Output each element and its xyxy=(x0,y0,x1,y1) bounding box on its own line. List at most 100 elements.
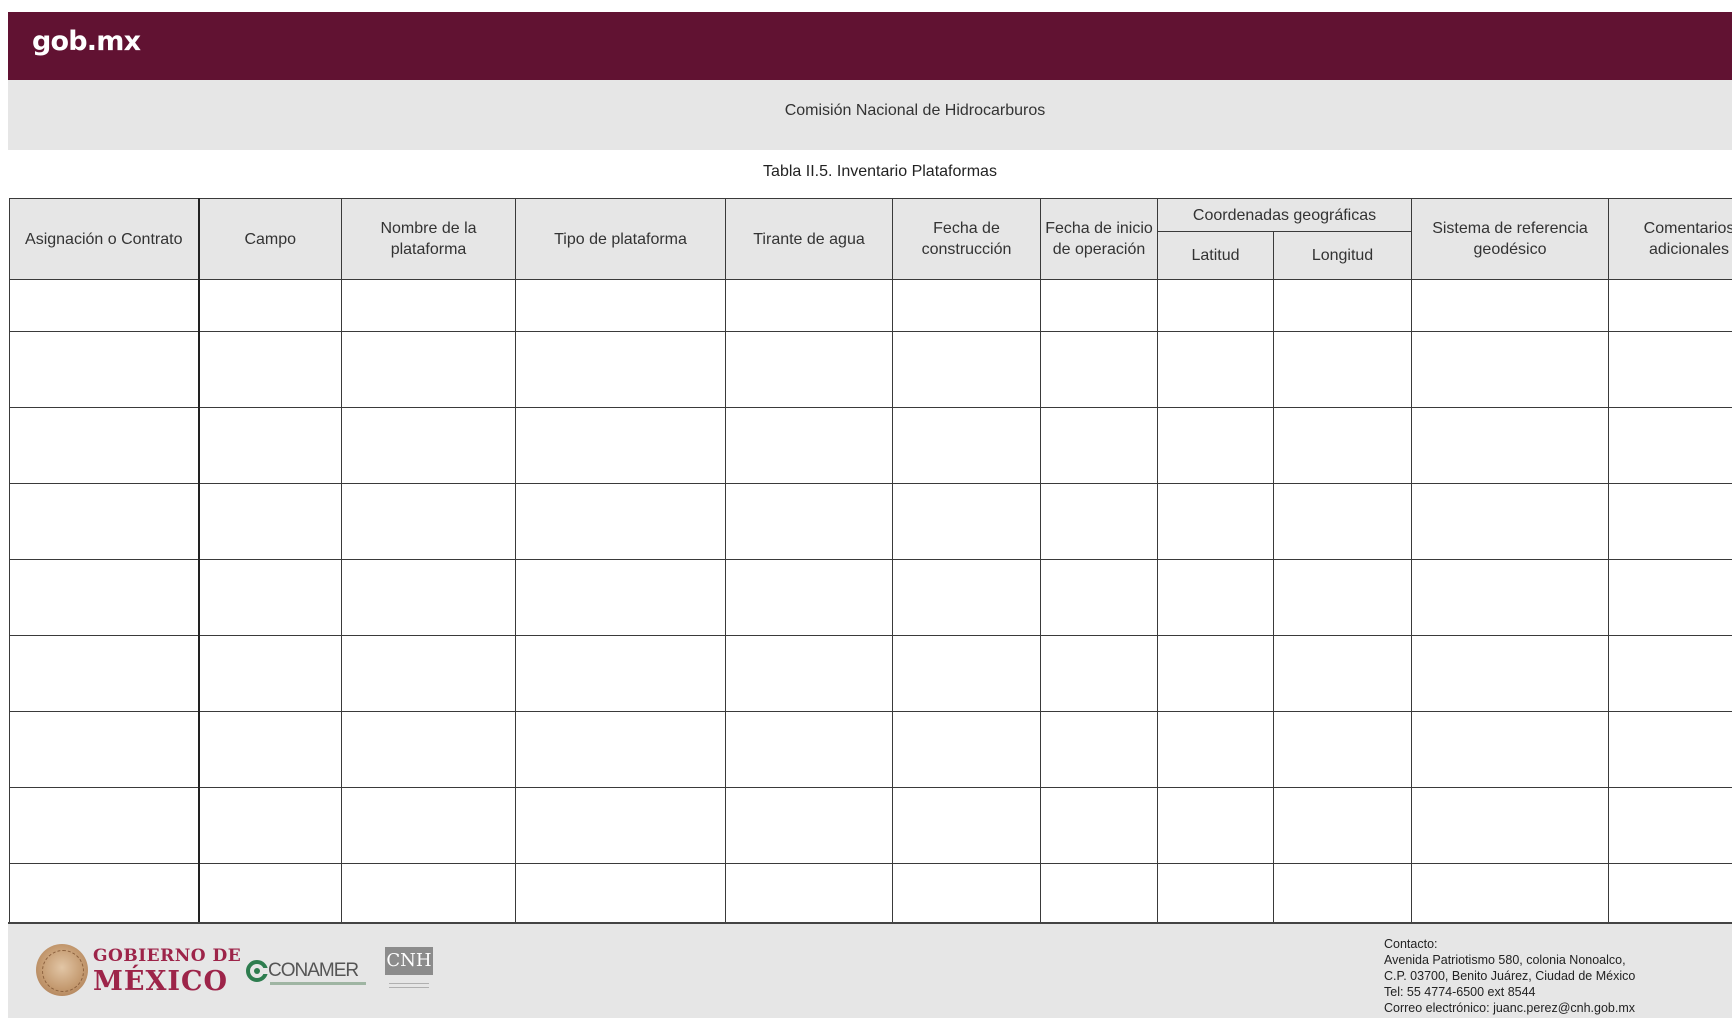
table-cell[interactable] xyxy=(1041,484,1158,560)
table-cell[interactable] xyxy=(1609,864,1732,923)
table-cell[interactable] xyxy=(342,560,516,636)
table-cell[interactable] xyxy=(342,788,516,864)
table-cell[interactable] xyxy=(1274,788,1412,864)
table-cell[interactable] xyxy=(10,280,199,332)
table-cell[interactable] xyxy=(199,788,342,864)
table-cell[interactable] xyxy=(1158,864,1274,923)
table-cell[interactable] xyxy=(199,484,342,560)
table-cell[interactable] xyxy=(1609,484,1732,560)
table-cell[interactable] xyxy=(1158,280,1274,332)
table-cell[interactable] xyxy=(726,712,893,788)
table-cell[interactable] xyxy=(1609,280,1732,332)
table-cell[interactable] xyxy=(342,280,516,332)
table-cell[interactable] xyxy=(10,788,199,864)
table-cell[interactable] xyxy=(1041,280,1158,332)
table-cell[interactable] xyxy=(1041,864,1158,923)
table-cell[interactable] xyxy=(516,280,726,332)
table-cell[interactable] xyxy=(1609,788,1732,864)
table-cell[interactable] xyxy=(342,484,516,560)
table-cell[interactable] xyxy=(10,332,199,408)
table-cell[interactable] xyxy=(199,560,342,636)
table-cell[interactable] xyxy=(199,864,342,923)
table-cell[interactable] xyxy=(1158,712,1274,788)
table-cell[interactable] xyxy=(1158,636,1274,712)
table-cell[interactable] xyxy=(1274,332,1412,408)
table-cell[interactable] xyxy=(1041,332,1158,408)
table-cell[interactable] xyxy=(893,484,1041,560)
table-cell[interactable] xyxy=(726,560,893,636)
table-cell[interactable] xyxy=(199,408,342,484)
table-cell[interactable] xyxy=(1274,636,1412,712)
table-cell[interactable] xyxy=(1412,280,1609,332)
table-cell[interactable] xyxy=(342,408,516,484)
table-cell[interactable] xyxy=(342,332,516,408)
table-cell[interactable] xyxy=(1609,712,1732,788)
table-cell[interactable] xyxy=(10,636,199,712)
table-cell[interactable] xyxy=(516,788,726,864)
table-cell[interactable] xyxy=(893,408,1041,484)
table-cell[interactable] xyxy=(1609,332,1732,408)
table-cell[interactable] xyxy=(199,712,342,788)
table-cell[interactable] xyxy=(10,484,199,560)
table-cell[interactable] xyxy=(1274,484,1412,560)
table-cell[interactable] xyxy=(1041,560,1158,636)
table-cell[interactable] xyxy=(516,408,726,484)
table-cell[interactable] xyxy=(516,484,726,560)
table-cell[interactable] xyxy=(726,280,893,332)
table-cell[interactable] xyxy=(726,484,893,560)
table-cell[interactable] xyxy=(516,332,726,408)
table-cell[interactable] xyxy=(1609,636,1732,712)
table-cell[interactable] xyxy=(726,636,893,712)
contact-email[interactable]: Correo electrónico: juanc.perez@cnh.gob.… xyxy=(1384,1000,1635,1016)
table-cell[interactable] xyxy=(1274,712,1412,788)
table-cell[interactable] xyxy=(1412,712,1609,788)
table-cell[interactable] xyxy=(1412,408,1609,484)
table-cell[interactable] xyxy=(1158,560,1274,636)
table-cell[interactable] xyxy=(1609,560,1732,636)
table-cell[interactable] xyxy=(726,864,893,923)
table-cell[interactable] xyxy=(1609,408,1732,484)
table-cell[interactable] xyxy=(1041,788,1158,864)
table-cell[interactable] xyxy=(726,332,893,408)
table-cell[interactable] xyxy=(10,864,199,923)
table-cell[interactable] xyxy=(516,712,726,788)
table-cell[interactable] xyxy=(1158,484,1274,560)
table-cell[interactable] xyxy=(10,408,199,484)
table-cell[interactable] xyxy=(342,864,516,923)
gobmx-logo[interactable]: gob.mx xyxy=(32,26,140,57)
table-cell[interactable] xyxy=(1041,636,1158,712)
table-cell[interactable] xyxy=(516,560,726,636)
table-cell[interactable] xyxy=(893,332,1041,408)
table-cell[interactable] xyxy=(893,560,1041,636)
table-cell[interactable] xyxy=(1274,560,1412,636)
table-cell[interactable] xyxy=(893,788,1041,864)
table-cell[interactable] xyxy=(1158,788,1274,864)
table-cell[interactable] xyxy=(893,280,1041,332)
table-cell[interactable] xyxy=(1412,864,1609,923)
table-cell[interactable] xyxy=(726,788,893,864)
table-cell[interactable] xyxy=(1274,280,1412,332)
table-cell[interactable] xyxy=(1274,408,1412,484)
table-cell[interactable] xyxy=(1041,408,1158,484)
table-cell[interactable] xyxy=(10,560,199,636)
table-cell[interactable] xyxy=(199,280,342,332)
table-cell[interactable] xyxy=(893,712,1041,788)
table-cell[interactable] xyxy=(1412,560,1609,636)
table-cell[interactable] xyxy=(199,332,342,408)
table-cell[interactable] xyxy=(516,636,726,712)
table-cell[interactable] xyxy=(893,636,1041,712)
table-cell[interactable] xyxy=(1041,712,1158,788)
table-cell[interactable] xyxy=(1412,788,1609,864)
table-cell[interactable] xyxy=(1412,484,1609,560)
table-cell[interactable] xyxy=(1158,332,1274,408)
table-cell[interactable] xyxy=(726,408,893,484)
table-cell[interactable] xyxy=(516,864,726,923)
table-cell[interactable] xyxy=(199,636,342,712)
table-cell[interactable] xyxy=(893,864,1041,923)
table-cell[interactable] xyxy=(1412,636,1609,712)
table-cell[interactable] xyxy=(1274,864,1412,923)
table-cell[interactable] xyxy=(10,712,199,788)
table-cell[interactable] xyxy=(1412,332,1609,408)
table-cell[interactable] xyxy=(1158,408,1274,484)
table-cell[interactable] xyxy=(342,636,516,712)
